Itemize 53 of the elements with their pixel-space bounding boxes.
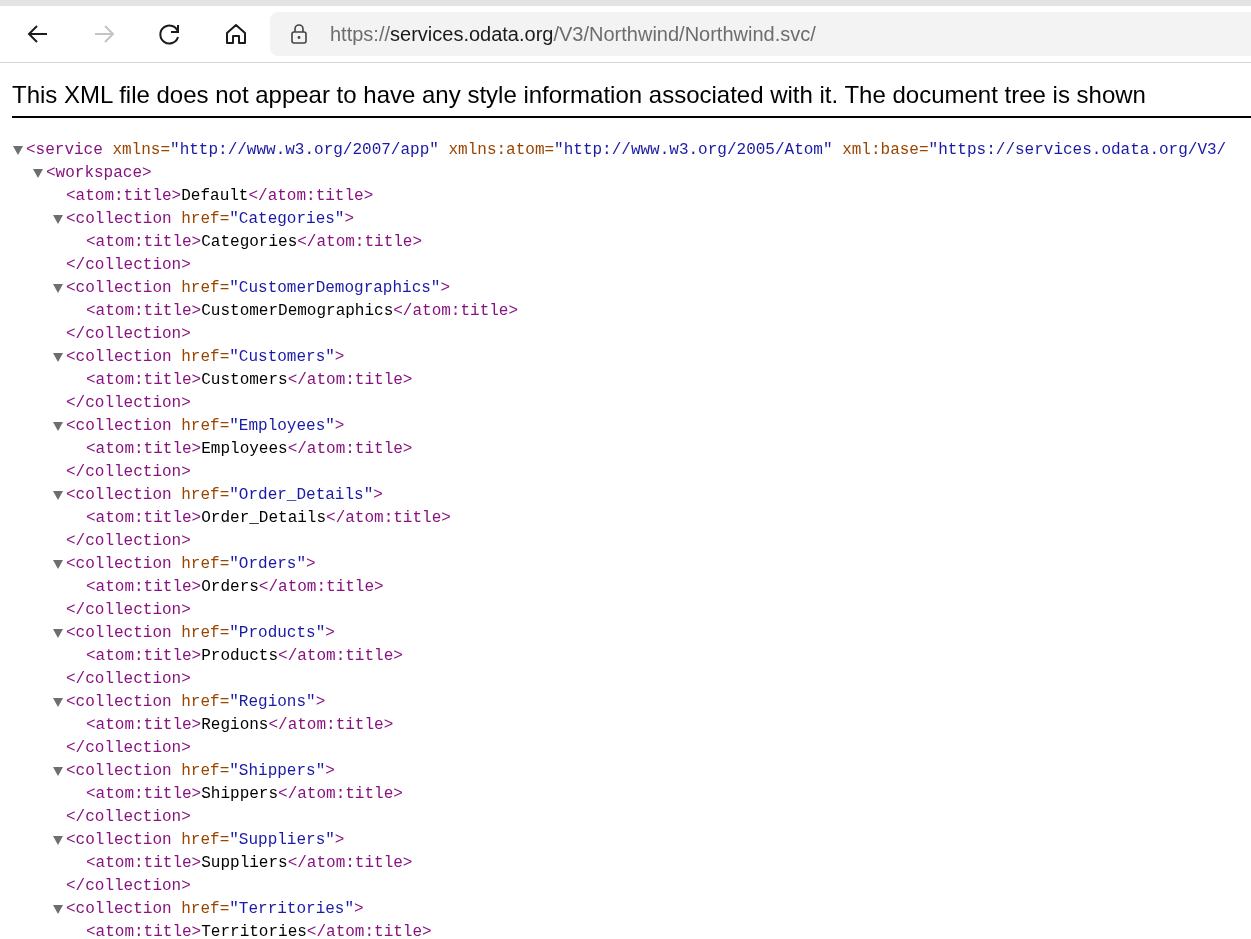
xml-line: </collection> <box>66 876 191 895</box>
xml-line: <atom:title>Employees</atom:title> <box>86 439 413 458</box>
xml-line: <atom:title>Territories</atom:title> <box>86 922 432 939</box>
xml-line: </collection> <box>66 600 191 619</box>
xml-line: <atom:title>Order_Details</atom:title> <box>86 508 451 527</box>
xml-line: <atom:title>Regions</atom:title> <box>86 715 394 734</box>
xml-line: <collection href="CustomerDemographics"> <box>66 278 451 297</box>
expand-toggle[interactable] <box>52 626 64 639</box>
xml-line: </collection> <box>66 738 191 757</box>
expand-toggle[interactable] <box>52 833 64 846</box>
xml-line: <atom:title>Suppliers</atom:title> <box>86 853 413 872</box>
xml-line: <collection href="Orders"> <box>66 554 316 573</box>
xml-line: </collection> <box>66 669 191 688</box>
xml-line: <atom:title>Default</atom:title> <box>66 186 374 205</box>
xml-line: <atom:title>Shippers</atom:title> <box>86 784 403 803</box>
xml-line: <atom:title>Products</atom:title> <box>86 646 403 665</box>
xml-line: <collection href="Categories"> <box>66 209 355 228</box>
xml-line: </collection> <box>66 462 191 481</box>
xml-line: <collection href="Order_Details"> <box>66 485 383 504</box>
expand-toggle[interactable] <box>52 419 64 432</box>
expand-toggle[interactable] <box>32 166 44 179</box>
xml-line: <atom:title>Categories</atom:title> <box>86 232 423 251</box>
expand-toggle[interactable] <box>52 902 64 915</box>
expand-toggle[interactable] <box>52 212 64 225</box>
expand-toggle[interactable] <box>52 488 64 501</box>
xml-line: <atom:title>Orders</atom:title> <box>86 577 384 596</box>
lock-icon[interactable] <box>290 24 308 44</box>
home-icon <box>223 21 249 47</box>
xml-line: </collection> <box>66 393 191 412</box>
expand-toggle[interactable] <box>52 557 64 570</box>
xml-line: </collection> <box>66 531 191 550</box>
xml-line: <collection href="Regions"> <box>66 692 326 711</box>
xml-line: <collection href="Suppliers"> <box>66 830 345 849</box>
expand-toggle[interactable] <box>52 695 64 708</box>
xml-line: <collection href="Territories"> <box>66 899 364 918</box>
url-text: https://services.odata.org/V3/Northwind/Northwind.svc/ <box>330 22 816 46</box>
xml-line: <service xmlns="http://www.w3.org/2007/app" xmlns:atom="http://www.w3.org/2005/Atom" xml:base="https://services.odata.org/V3/ <box>26 140 1227 159</box>
xml-line: </collection> <box>66 324 191 343</box>
expand-toggle[interactable] <box>52 281 64 294</box>
notice-text: This XML file does not appear to have any style information associated with it. The document tree is shown <box>12 80 1146 110</box>
xml-line: <collection href="Employees"> <box>66 416 345 435</box>
expand-toggle[interactable] <box>52 764 64 777</box>
address-bar[interactable]: https://services.odata.org/V3/Northwind/Northwind.svc/ <box>270 12 1251 56</box>
expand-toggle[interactable] <box>52 350 64 363</box>
xml-line: <collection href="Customers"> <box>66 347 345 366</box>
xml-line: <workspace> <box>46 163 152 182</box>
xml-line: <collection href="Products"> <box>66 623 335 642</box>
xml-line: </collection> <box>66 255 191 274</box>
expand-toggle[interactable] <box>12 143 24 156</box>
xml-line: <atom:title>CustomerDemographics</atom:title> <box>86 301 519 320</box>
xml-line: <collection href="Shippers"> <box>66 761 335 780</box>
xml-line: <atom:title>Customers</atom:title> <box>86 370 413 389</box>
xml-line: </collection> <box>66 807 191 826</box>
